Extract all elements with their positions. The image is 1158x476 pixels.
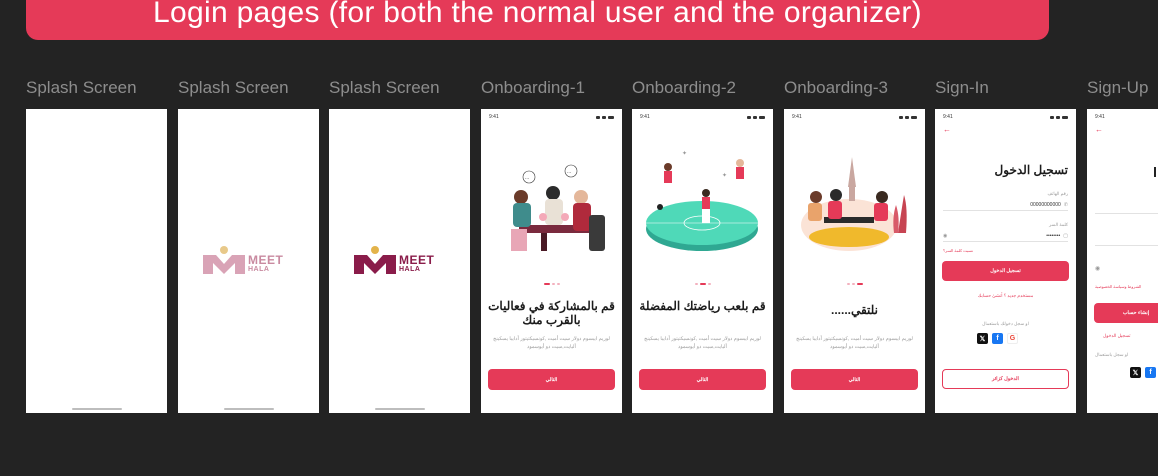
football-players-illustration: ✦✦ [646, 150, 758, 251]
new-user-link[interactable]: مستخدم جديد ؟ أنشئ حسابك [943, 293, 1068, 299]
social-login-row: 𝕏 f G [977, 333, 1018, 344]
back-arrow-icon[interactable]: ← [1095, 126, 1103, 134]
onboarding-description: لوريم ايبسوم دولار سيت أميت ,كونسيكتيتور… [644, 336, 761, 350]
eye-icon[interactable]: ◉ [943, 233, 947, 239]
status-icons [1050, 115, 1068, 119]
eye-icon[interactable]: ◉ [1095, 265, 1100, 272]
logo-mark-icon [354, 246, 396, 274]
have-account-link[interactable]: تسجيل الدخول [1103, 333, 1131, 339]
guest-login-button[interactable]: الدخول كزائر [942, 369, 1069, 389]
logo-word: MEET [399, 253, 435, 267]
phone-label: رقم الهاتف [1047, 191, 1068, 196]
password-label: كلمة السر [1048, 222, 1068, 227]
sign-in-screen[interactable]: 9:41 ← تسجيل الدخول رقم الهاتف 000000000… [935, 109, 1076, 413]
status-bar: 9:41 [792, 114, 917, 120]
page-indicator [632, 283, 773, 285]
caption-onboarding-2: Onboarding-2 [632, 78, 736, 97]
phone-input[interactable]: 00000000000 ✆ [943, 200, 1068, 211]
caption-onboarding-3: Onboarding-3 [784, 78, 888, 97]
home-indicator [72, 408, 122, 410]
logo-word: MEET [248, 253, 284, 267]
password-input[interactable]: ◉ •••••••• ▢ [943, 231, 1068, 242]
onboarding-title: قم بلعب رياضتك المفضلة [639, 299, 766, 313]
people-at-table-illustration [801, 157, 907, 251]
page-indicator [784, 283, 925, 285]
status-time: 9:41 [489, 114, 499, 120]
onboarding-description: لوريم ايبسوم دولار سيت أميت ,كونسيكتيتور… [493, 336, 610, 350]
page-indicator [481, 283, 622, 285]
next-button[interactable]: التالي [639, 369, 766, 390]
input-underline [1095, 213, 1158, 214]
splash-screen-blank[interactable] [26, 109, 167, 413]
sign-in-title: تسجيل الدخول [994, 163, 1068, 177]
caption-sign-up: Sign-Up [1087, 78, 1149, 97]
forgot-password-link[interactable]: نسيت كلمة السر؟ [943, 248, 973, 253]
logo-sub: HALA [248, 266, 270, 273]
caption-splash-2: Splash Screen [178, 78, 289, 97]
terms-link[interactable]: الشروط وسياسة الخصوصية [1095, 284, 1141, 289]
status-time: 9:41 [1095, 114, 1105, 120]
onboarding-1-screen[interactable]: 9:41 ... ... قم بالمشاركة في فعاليات بال… [481, 109, 622, 413]
sign-up-title-fragment [1149, 167, 1156, 177]
status-icons [596, 115, 614, 119]
create-account-button[interactable]: إنشاء حساب [1094, 303, 1158, 323]
svg-text:...: ... [567, 169, 571, 175]
status-time: 9:41 [640, 114, 650, 120]
x-icon[interactable]: 𝕏 [977, 333, 988, 344]
meet-hala-logo: MEET HALA [202, 245, 297, 279]
x-icon[interactable]: 𝕏 [1130, 367, 1141, 378]
next-button[interactable]: التالي [791, 369, 918, 390]
home-indicator [375, 408, 425, 410]
facebook-icon[interactable]: f [992, 333, 1003, 344]
back-arrow-icon[interactable]: ← [943, 126, 951, 134]
caption-onboarding-1: Onboarding-1 [481, 78, 585, 97]
caption-sign-in: Sign-In [935, 78, 989, 97]
section-banner: Login pages (for both the normal user an… [26, 0, 1049, 40]
onboarding-description: لوريم ايبسوم دولار سيت أميت ,كونسيكتيتور… [796, 336, 913, 350]
social-signup-row: 𝕏 f [1130, 367, 1156, 378]
google-icon[interactable]: G [1007, 333, 1018, 344]
logo-sub: HALA [399, 266, 421, 273]
login-button[interactable]: تسجيل الدخول [942, 261, 1069, 281]
onboarding-title: نلتقي...... [830, 303, 878, 317]
or-signup-with-label: او سجل باستعمال [1095, 352, 1129, 357]
meet-hala-logo: MEET HALA [353, 245, 448, 279]
phone-value: 00000000000 [1030, 202, 1061, 208]
next-button[interactable]: التالي [488, 369, 615, 390]
svg-text:✦: ✦ [722, 172, 727, 179]
phone-icon: ✆ [1063, 202, 1068, 208]
banner-title: Login pages (for both the normal user an… [153, 0, 922, 29]
svg-text:...: ... [525, 175, 529, 181]
status-time: 9:41 [943, 114, 953, 120]
status-time: 9:41 [792, 114, 802, 120]
sign-up-screen[interactable]: 9:41 ← ◉ الشروط وسياسة الخصوصية إنشاء حس… [1087, 109, 1158, 413]
or-login-with-label: او سجل دخولك باستعمال [982, 321, 1029, 326]
onboarding-2-screen[interactable]: 9:41 ✦ ✦ قم بلعب رياضتك المفضلة لوريم ايب… [632, 109, 773, 413]
status-bar: 9:41 [640, 114, 765, 120]
caption-splash-3: Splash Screen [329, 78, 440, 97]
onboarding-title: قم بالمشاركة في فعاليات بالقرب منك [488, 299, 615, 327]
status-bar: 9:41 [943, 114, 1068, 120]
facebook-icon[interactable]: f [1145, 367, 1156, 378]
splash-screen-dark-logo[interactable]: MEET HALA [329, 109, 470, 413]
status-icons [747, 115, 765, 119]
status-bar: 9:41 [1095, 114, 1105, 120]
caption-splash-1: Splash Screen [26, 78, 137, 97]
splash-screen-light-logo[interactable]: MEET HALA [178, 109, 319, 413]
lock-icon: ▢ [1063, 233, 1068, 239]
home-indicator [224, 408, 274, 410]
password-value: •••••••• [1046, 233, 1061, 239]
input-underline [1095, 245, 1158, 246]
svg-text:✦: ✦ [682, 150, 687, 157]
logo-mark-icon [203, 246, 245, 274]
onboarding-3-screen[interactable]: 9:41 نلتقي...... لوريم ايبسوم دولار سيت … [784, 109, 925, 413]
status-bar: 9:41 [489, 114, 614, 120]
status-icons [899, 115, 917, 119]
people-meeting-illustration: ... ... [511, 164, 605, 251]
